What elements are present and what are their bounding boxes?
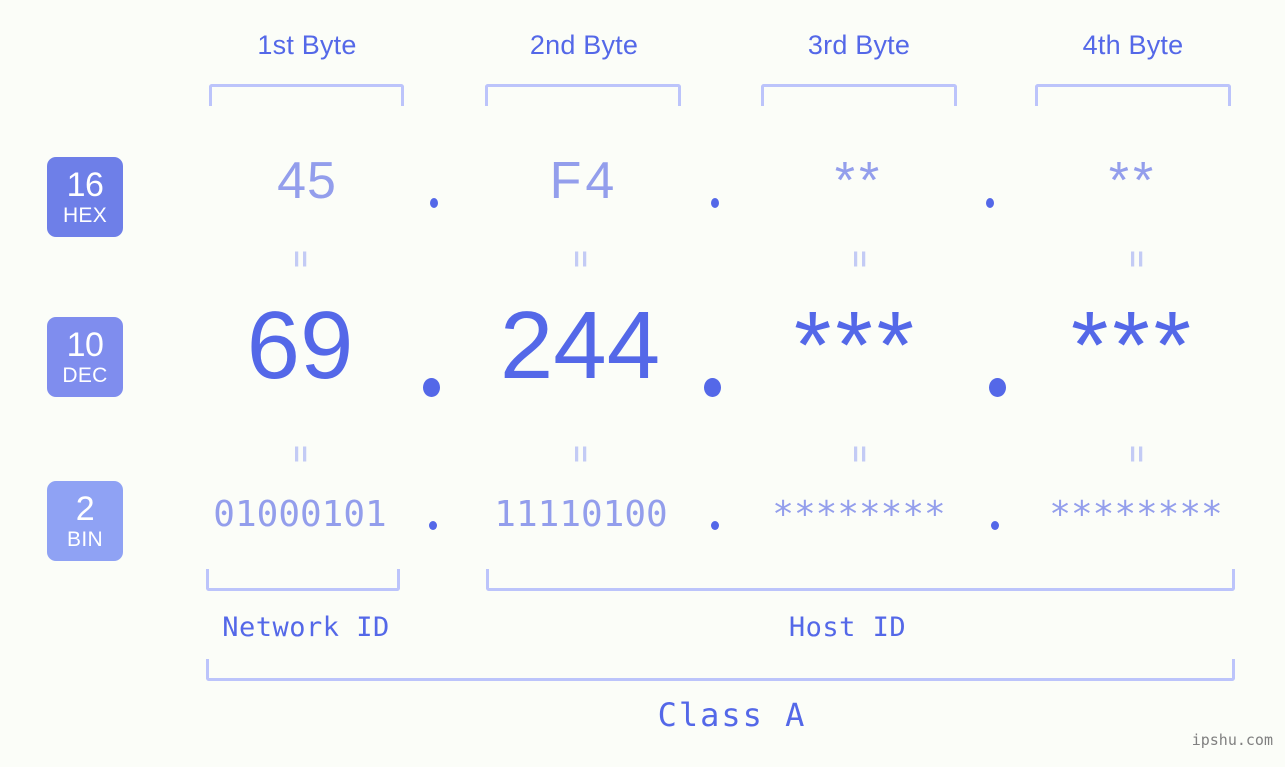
- equals-hex-dec-1: =: [284, 250, 317, 268]
- byte-header-label-1: 1st Byte: [257, 30, 357, 60]
- hex-byte-2: F4: [549, 152, 619, 210]
- bin-byte-4: ********: [1049, 494, 1223, 535]
- bin-byte-1: 01000101: [213, 494, 387, 535]
- base-badge-hex-name: HEX: [62, 204, 108, 227]
- host-id-label: Host ID: [788, 612, 907, 643]
- dec-separator-dot-1: [423, 378, 440, 397]
- dec-byte-1: 69: [246, 292, 354, 399]
- bin-separator-dot-1: [429, 521, 437, 530]
- site-watermark: ipshu.com: [1191, 731, 1273, 749]
- hex-byte-3: **: [834, 152, 884, 210]
- network-id-bracket: [206, 569, 400, 591]
- equals-dec-bin-1: =: [284, 445, 317, 463]
- equals-hex-dec-3: =: [843, 250, 876, 268]
- byte-bracket-top-1: [209, 84, 404, 106]
- base-badge-hex: 16 HEX: [47, 157, 123, 237]
- base-badge-bin-number: 2: [75, 490, 95, 528]
- hex-separator-dot-3: [986, 198, 994, 208]
- ip-address-breakdown-diagram: 1st Byte 2nd Byte 3rd Byte 4th Byte 16 H…: [0, 0, 1285, 767]
- base-badge-dec-number: 10: [66, 326, 104, 364]
- base-badge-dec-name: DEC: [62, 364, 108, 387]
- base-badge-hex-number: 16: [66, 166, 104, 204]
- host-id-bracket: [486, 569, 1235, 591]
- base-badge-bin: 2 BIN: [47, 481, 123, 561]
- equals-hex-dec-2: =: [564, 250, 597, 268]
- class-label: Class A: [657, 696, 807, 734]
- network-id-label: Network ID: [222, 612, 390, 643]
- byte-bracket-top-2: [485, 84, 681, 106]
- equals-dec-bin-3: =: [843, 445, 876, 463]
- dec-byte-3: ***: [793, 292, 919, 399]
- dec-separator-dot-3: [989, 378, 1006, 397]
- byte-header-label-2: 2nd Byte: [529, 30, 639, 60]
- bin-separator-dot-3: [991, 521, 999, 530]
- dec-byte-2: 244: [499, 292, 661, 399]
- dec-byte-4: ***: [1070, 292, 1196, 399]
- class-bracket: [206, 659, 1235, 681]
- byte-header-label-3: 3rd Byte: [807, 30, 911, 60]
- hex-separator-dot-1: [430, 198, 438, 208]
- dec-separator-dot-2: [704, 378, 721, 397]
- equals-dec-bin-2: =: [564, 445, 597, 463]
- byte-header-label-4: 4th Byte: [1082, 30, 1184, 60]
- equals-dec-bin-4: =: [1120, 445, 1153, 463]
- bin-byte-2: 11110100: [494, 494, 668, 535]
- byte-bracket-top-3: [761, 84, 957, 106]
- hex-separator-dot-2: [711, 198, 719, 208]
- byte-bracket-top-4: [1035, 84, 1231, 106]
- base-badge-dec: 10 DEC: [47, 317, 123, 397]
- base-badge-bin-name: BIN: [67, 528, 103, 551]
- hex-byte-4: **: [1108, 152, 1158, 210]
- hex-byte-1: 45: [277, 152, 337, 210]
- equals-hex-dec-4: =: [1120, 250, 1153, 268]
- bin-separator-dot-2: [711, 521, 719, 530]
- bin-byte-3: ********: [772, 494, 946, 535]
